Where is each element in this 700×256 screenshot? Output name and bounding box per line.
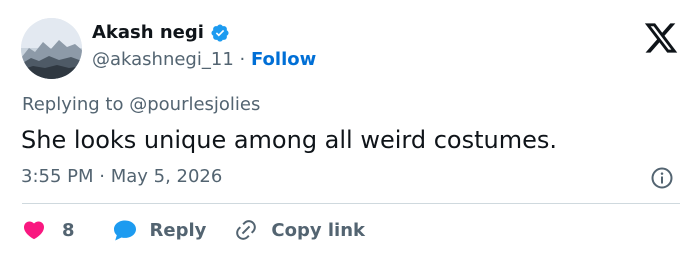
divider xyxy=(22,203,680,204)
copy-link-button[interactable]: Copy link xyxy=(234,218,365,242)
x-logo-icon[interactable] xyxy=(643,20,679,56)
reply-context-prefix: Replying to xyxy=(22,94,124,115)
author-handle-row: @akashnegi_11 · Follow xyxy=(92,48,316,72)
follow-button[interactable]: Follow xyxy=(251,49,316,70)
like-count: 8 xyxy=(62,219,75,241)
separator-dot: · xyxy=(239,49,246,70)
author-handle[interactable]: @akashnegi_11 xyxy=(92,49,234,70)
reply-button[interactable]: Reply xyxy=(112,218,207,242)
copy-link-label: Copy link xyxy=(271,219,365,241)
link-icon xyxy=(234,218,258,242)
reply-context: Replying to @pourlesjolies xyxy=(22,93,260,117)
author-display-name[interactable]: Akash negi xyxy=(92,21,204,45)
author-name-row: Akash negi xyxy=(92,21,230,45)
like-button[interactable]: 8 xyxy=(22,218,75,242)
info-icon[interactable] xyxy=(650,166,674,190)
verified-badge-icon xyxy=(210,23,230,43)
heart-icon xyxy=(22,218,46,242)
tweet-timestamp[interactable]: 3:55 PM · May 5, 2026 xyxy=(21,165,222,189)
action-bar: 8 Reply Copy link xyxy=(22,216,365,244)
reply-target-handle[interactable]: @pourlesjolies xyxy=(129,94,260,115)
tweet-text: She looks unique among all weird costume… xyxy=(21,126,558,154)
reply-label: Reply xyxy=(149,219,207,241)
speech-bubble-icon xyxy=(112,218,138,242)
avatar[interactable] xyxy=(21,18,82,79)
